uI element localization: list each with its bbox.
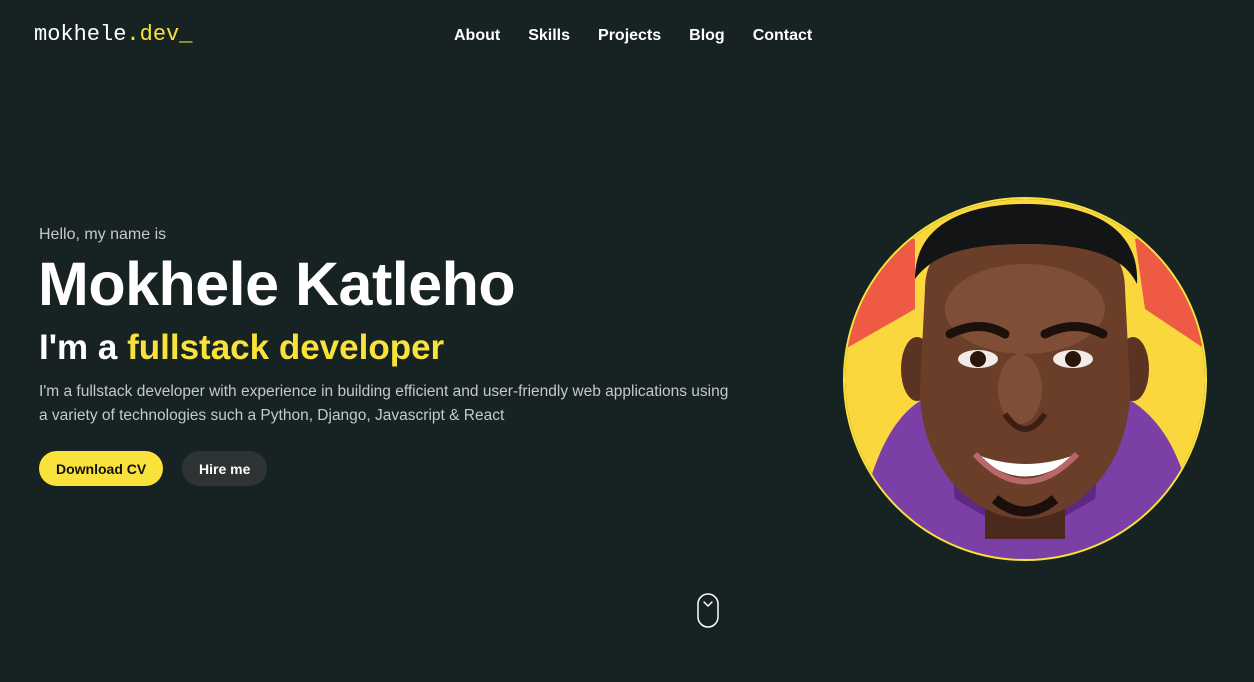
- hero-name: Mokhele Katleho: [38, 250, 516, 318]
- profile-avatar: [843, 197, 1207, 561]
- hero-greeting: Hello, my name is: [39, 226, 167, 243]
- logo-cursor: _: [179, 22, 193, 47]
- main-nav: About Skills Projects Blog Contact: [440, 27, 826, 45]
- download-cv-button[interactable]: Download CV: [39, 451, 164, 486]
- hero-bio: I'm a fullstack developer with experienc…: [39, 383, 729, 424]
- hero-role: I'm a fullstack developer: [39, 328, 445, 368]
- profile-portrait-icon: [845, 199, 1205, 559]
- hire-me-button[interactable]: Hire me: [182, 451, 268, 486]
- nav-link-about[interactable]: About: [440, 27, 514, 45]
- logo[interactable]: mokhele.dev_: [34, 22, 192, 47]
- logo-extension: .dev: [126, 22, 180, 47]
- nav-link-skills[interactable]: Skills: [514, 27, 584, 45]
- nav-link-projects[interactable]: Projects: [584, 27, 675, 45]
- nav-link-blog[interactable]: Blog: [675, 27, 739, 45]
- nav-link-contact[interactable]: Contact: [739, 27, 827, 45]
- hero-role-prefix: I'm a: [39, 328, 128, 367]
- hero-role-highlight: fullstack developer: [127, 328, 445, 367]
- mouse-scroll-icon[interactable]: [697, 593, 719, 628]
- logo-name: mokhele: [34, 22, 127, 47]
